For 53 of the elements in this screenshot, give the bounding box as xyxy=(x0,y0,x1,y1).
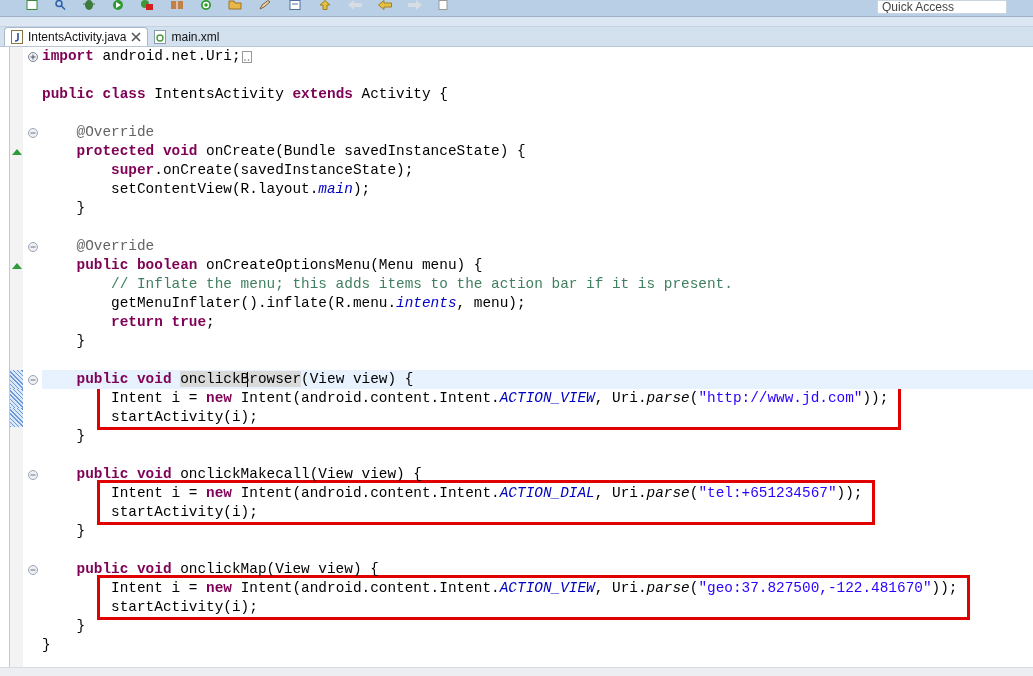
editor-tab[interactable]: IntentsActivity.java xyxy=(4,27,149,46)
tab-label: main.xml xyxy=(171,30,220,44)
collapse-icon[interactable] xyxy=(27,564,38,575)
document-icon[interactable] xyxy=(26,0,38,10)
checklist-icon[interactable] xyxy=(288,0,302,10)
code-line: Intent i = new Intent(android.content.Intent.ACTION_VIEW, Uri.parse("http://www.jd.com")); xyxy=(111,389,889,408)
code-line: @Override xyxy=(76,237,155,256)
code-line: public void onclickMakecall(View view) { xyxy=(76,465,422,484)
arrow-up-icon[interactable] xyxy=(318,0,332,10)
java-file-icon xyxy=(11,30,23,44)
collapse-icon[interactable] xyxy=(27,127,38,138)
collapse-icon[interactable] xyxy=(27,374,38,385)
package-icon[interactable] xyxy=(170,0,184,10)
collapse-icon[interactable] xyxy=(27,469,38,480)
collapse-icon[interactable] xyxy=(27,241,38,252)
folded-code-icon[interactable] xyxy=(241,50,252,63)
code-line: } xyxy=(42,636,51,655)
editor-tab[interactable]: main.xml xyxy=(148,28,226,46)
code-line: setContentView(R.layout.main); xyxy=(111,180,371,199)
code-line: import android.net.Uri; xyxy=(42,47,241,66)
code-line: } xyxy=(76,522,86,541)
code-line: return true; xyxy=(111,313,215,332)
code-line: public boolean onCreateOptionsMenu(Menu menu) { xyxy=(76,256,483,275)
code-line: super.onCreate(savedInstanceState); xyxy=(111,161,414,180)
code-line: } xyxy=(76,332,86,351)
play-icon[interactable] xyxy=(112,0,124,10)
code-line: Intent i = new Intent(android.content.Intent.ACTION_DIAL, Uri.parse("tel:+651234567")); xyxy=(111,484,863,503)
close-icon[interactable] xyxy=(131,32,142,42)
code-line: } xyxy=(76,617,86,636)
code-line: startActivity(i); xyxy=(111,408,258,427)
code-line: } xyxy=(76,427,86,446)
code-line: public void onclickMap(View view) { xyxy=(76,560,379,579)
search-icon[interactable] xyxy=(54,0,66,10)
expand-icon[interactable] xyxy=(27,51,38,62)
code-line: @Override xyxy=(76,123,155,142)
bug-icon[interactable] xyxy=(82,0,96,10)
code-line: public class IntentsActivity extends Activity { xyxy=(42,85,448,104)
code-line: startActivity(i); xyxy=(111,503,258,522)
page-icon[interactable] xyxy=(438,0,448,10)
pencil-icon[interactable] xyxy=(258,0,272,10)
quick-access-field[interactable]: Quick Access xyxy=(877,0,1007,14)
code-line: startActivity(i); xyxy=(111,598,258,617)
code-line: // Inflate the menu; this adds items to the action bar if it is present. xyxy=(111,275,733,294)
code-line: getMenuInflater().inflate(R.menu.intents, menu); xyxy=(111,294,526,313)
code-line: Intent i = new Intent(android.content.Intent.ACTION_VIEW, Uri.parse("geo:37.827500,-122.481670")); xyxy=(111,579,958,598)
arrow-left-icon[interactable] xyxy=(378,0,392,10)
refresh-icon[interactable] xyxy=(200,0,212,10)
folder-icon[interactable] xyxy=(228,0,242,10)
code-line: } xyxy=(76,199,86,218)
horizontal-scrollbar[interactable] xyxy=(0,667,1033,676)
tab-label: IntentsActivity.java xyxy=(28,30,127,44)
code-line: protected void onCreate(Bundle savedInstanceState) { xyxy=(76,142,526,161)
xml-file-icon xyxy=(154,30,167,44)
